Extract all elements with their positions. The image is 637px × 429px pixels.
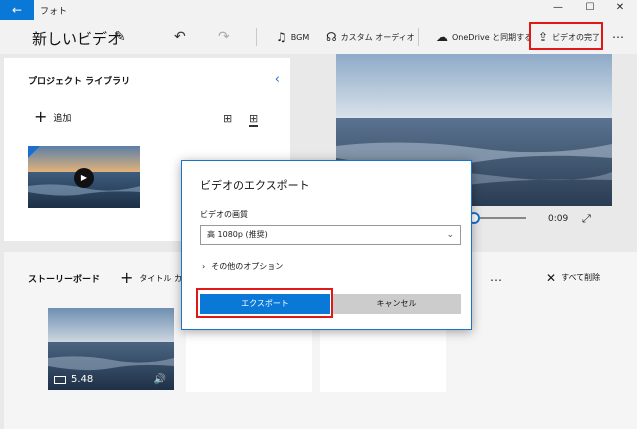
project-title[interactable]: 新しいビデオ	[32, 28, 122, 49]
onedrive-label: OneDrive と同期する	[452, 32, 533, 42]
custom-audio-label: カスタム オーディオ	[340, 32, 415, 42]
redo-icon[interactable]: ↷	[218, 30, 230, 44]
minimize-button[interactable]: —	[548, 2, 568, 13]
delete-all-label: すべて削除	[561, 273, 601, 282]
play-icon[interactable]: ▶	[74, 168, 94, 188]
back-arrow-icon[interactable]: ←	[0, 0, 34, 20]
undo-icon[interactable]: ↶	[174, 30, 186, 44]
bgm-button[interactable]: ♫ BGM	[276, 31, 309, 43]
highlight-export-button	[196, 288, 333, 318]
more-options-expander[interactable]: › その他のオプション	[202, 261, 283, 272]
storyboard-title: ストーリーボード	[28, 275, 101, 285]
plus-icon: +	[34, 107, 48, 126]
person-audio-icon: ☊	[326, 30, 337, 44]
maximize-button[interactable]: ☐	[580, 2, 600, 13]
clip-duration-label: 5.48	[71, 374, 94, 385]
add-button[interactable]: + 追加	[34, 107, 72, 126]
clip-duration: 5.48	[54, 374, 93, 385]
highlight-finish-video	[529, 22, 603, 50]
storyboard-clip[interactable]: 5.48 🔊	[48, 308, 174, 390]
pencil-icon[interactable]: ✎	[114, 30, 126, 44]
playback-time: 0:09	[548, 214, 569, 224]
more-options-button[interactable]: …	[612, 27, 624, 41]
more-options-label: その他のオプション	[211, 262, 284, 271]
volume-icon[interactable]: 🔊	[154, 374, 166, 385]
chevron-left-icon[interactable]: ‹	[275, 72, 280, 87]
selection-corner	[28, 146, 40, 158]
quality-select-value: 高 1080p (推奨)	[207, 230, 268, 239]
library-title: プロジェクト ライブラリ	[28, 77, 131, 87]
quality-select[interactable]: 高 1080p (推奨) ⌄	[200, 225, 461, 245]
clip-frame-icon	[54, 375, 66, 384]
app-title: フォト	[40, 7, 68, 17]
dialog-title: ビデオのエクスポート	[200, 179, 310, 192]
library-video-thumbnail[interactable]: ▶	[28, 146, 140, 208]
onedrive-sync-button[interactable]: ☁ OneDrive と同期する	[436, 31, 532, 43]
quality-label: ビデオの画質	[200, 210, 248, 219]
storyboard-more-button[interactable]: …	[490, 270, 502, 284]
music-note-icon: ♫	[276, 30, 287, 44]
cloud-icon: ☁	[436, 30, 448, 44]
delete-all-button[interactable]: ✕ すべて削除	[546, 270, 601, 285]
chevron-down-icon: ⌄	[446, 230, 454, 240]
chevron-right-icon: ›	[202, 262, 206, 271]
custom-audio-button[interactable]: ☊ カスタム オーディオ	[326, 31, 415, 43]
grid-small-icon[interactable]: ⊞	[249, 112, 259, 127]
divider	[418, 28, 419, 46]
bgm-label: BGM	[290, 32, 310, 42]
title-bar: ← フォト — ☐ ✕	[0, 0, 637, 20]
plus-icon: +	[120, 268, 134, 287]
seek-bar[interactable]	[480, 217, 526, 219]
expand-icon[interactable]: ⤢	[582, 212, 591, 226]
close-icon: ✕	[546, 270, 557, 285]
cancel-button[interactable]: キャンセル	[332, 294, 461, 314]
grid-large-icon[interactable]: ⊞	[223, 112, 232, 125]
close-button[interactable]: ✕	[610, 2, 630, 13]
add-label: 追加	[53, 113, 72, 124]
divider	[256, 28, 257, 46]
